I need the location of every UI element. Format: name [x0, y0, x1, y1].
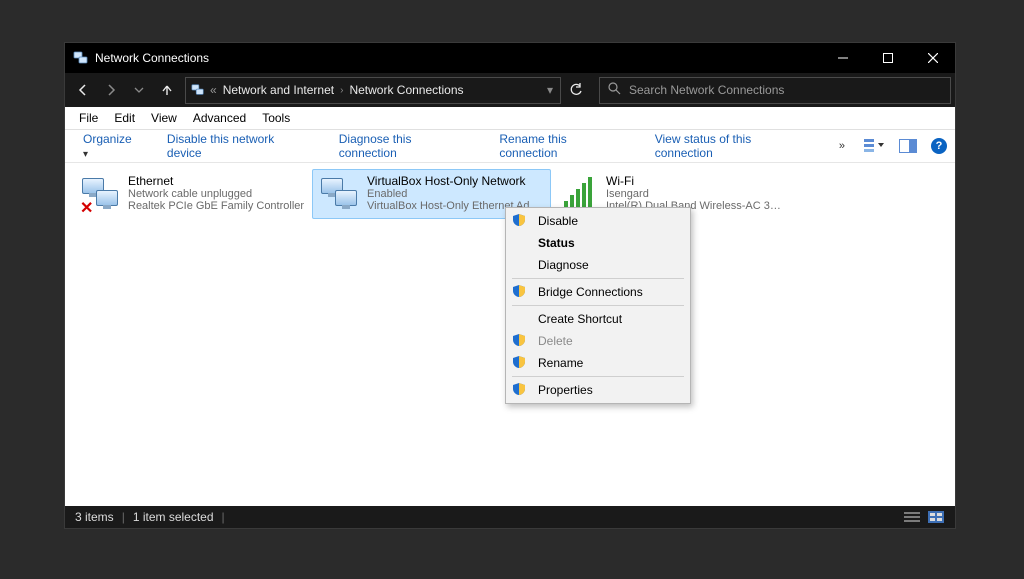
breadcrumb-network-and-internet[interactable]: Network and Internet	[223, 83, 334, 97]
ctx-separator	[512, 376, 684, 377]
shield-icon	[512, 284, 528, 300]
search-icon	[608, 82, 621, 98]
context-menu: Disable Status Diagnose Bridge Connectio…	[505, 207, 691, 404]
large-icons-view-button[interactable]	[927, 510, 945, 524]
maximize-button[interactable]	[865, 43, 910, 73]
ctx-status-label: Status	[538, 236, 575, 250]
menu-file[interactable]: File	[71, 109, 106, 127]
status-separator: |	[222, 510, 225, 524]
ctx-rename[interactable]: Rename	[508, 352, 688, 374]
adapter-device: Realtek PCIe GbE Family Controller	[128, 200, 305, 212]
ctx-delete: Delete	[508, 330, 688, 352]
ctx-properties[interactable]: Properties	[508, 379, 688, 401]
adapter-ethernet[interactable]: ✕ Ethernet Network cable unplugged Realt…	[73, 169, 312, 219]
command-overflow[interactable]: »	[829, 136, 855, 156]
view-status-button[interactable]: View status of this connection	[645, 128, 821, 164]
window-title: Network Connections	[95, 51, 209, 65]
chevron-right-icon: ›	[340, 85, 343, 96]
adapter-name: Wi-Fi	[606, 174, 783, 188]
diagnose-connection-button[interactable]: Diagnose this connection	[329, 128, 482, 164]
status-bar: 3 items | 1 item selected |	[65, 506, 955, 528]
ctx-create-shortcut[interactable]: Create Shortcut	[508, 308, 688, 330]
ctx-bridge-label: Bridge Connections	[538, 285, 643, 299]
status-separator: |	[122, 510, 125, 524]
disable-device-button[interactable]: Disable this network device	[157, 128, 321, 164]
ethernet-disconnected-icon: ✕	[80, 174, 120, 214]
shield-icon	[512, 213, 528, 229]
ctx-separator	[512, 305, 684, 306]
ctx-properties-label: Properties	[538, 383, 593, 397]
address-bar[interactable]: « Network and Internet › Network Connect…	[185, 77, 561, 104]
status-selected-count: 1 item selected	[133, 510, 214, 524]
shield-icon	[512, 382, 528, 398]
adapter-status: Enabled	[367, 188, 544, 200]
adapter-status: Isengard	[606, 188, 783, 200]
search-input[interactable]: Search Network Connections	[599, 77, 951, 104]
menu-tools[interactable]: Tools	[254, 109, 298, 127]
ctx-diagnose-label: Diagnose	[538, 258, 589, 272]
titlebar: Network Connections	[65, 43, 955, 73]
network-connections-window: Network Connections	[65, 43, 955, 528]
recent-locations-button[interactable]	[125, 76, 153, 104]
menu-edit[interactable]: Edit	[106, 109, 143, 127]
rename-connection-button[interactable]: Rename this connection	[489, 128, 636, 164]
network-connections-icon	[73, 50, 89, 66]
ethernet-icon	[319, 174, 359, 214]
ctx-delete-label: Delete	[538, 334, 573, 348]
ctx-status[interactable]: Status	[508, 232, 688, 254]
close-button[interactable]	[910, 43, 955, 73]
forward-button[interactable]	[97, 76, 125, 104]
network-connections-icon	[190, 82, 206, 98]
change-view-button[interactable]	[863, 135, 885, 157]
help-button[interactable]: ?	[931, 138, 947, 154]
menu-view[interactable]: View	[143, 109, 185, 127]
ctx-rename-label: Rename	[538, 356, 583, 370]
adapter-status: Network cable unplugged	[128, 188, 305, 200]
back-button[interactable]	[69, 76, 97, 104]
search-placeholder: Search Network Connections	[629, 83, 784, 97]
adapter-name: VirtualBox Host-Only Network	[367, 174, 544, 188]
refresh-button[interactable]	[561, 78, 591, 103]
adapter-name: Ethernet	[128, 174, 305, 188]
ctx-shortcut-label: Create Shortcut	[538, 312, 622, 326]
navigation-bar: « Network and Internet › Network Connect…	[65, 73, 955, 107]
menubar: File Edit View Advanced Tools	[65, 107, 955, 130]
breadcrumb-prefix: «	[210, 83, 217, 97]
ctx-bridge[interactable]: Bridge Connections	[508, 281, 688, 303]
address-dropdown[interactable]: ▾	[540, 83, 560, 97]
minimize-button[interactable]	[820, 43, 865, 73]
organize-menu[interactable]: Organize	[73, 128, 149, 164]
up-button[interactable]	[153, 76, 181, 104]
shield-icon	[512, 333, 528, 349]
details-view-button[interactable]	[903, 510, 921, 524]
preview-pane-button[interactable]	[897, 135, 919, 157]
menu-advanced[interactable]: Advanced	[185, 109, 254, 127]
ctx-disable[interactable]: Disable	[508, 210, 688, 232]
command-bar: Organize Disable this network device Dia…	[65, 130, 955, 163]
breadcrumb-network-connections[interactable]: Network Connections	[349, 83, 463, 97]
ctx-diagnose[interactable]: Diagnose	[508, 254, 688, 276]
ctx-disable-label: Disable	[538, 214, 578, 228]
ctx-separator	[512, 278, 684, 279]
status-item-count: 3 items	[75, 510, 114, 524]
shield-icon	[512, 355, 528, 371]
content-area: ✕ Ethernet Network cable unplugged Realt…	[65, 163, 955, 506]
